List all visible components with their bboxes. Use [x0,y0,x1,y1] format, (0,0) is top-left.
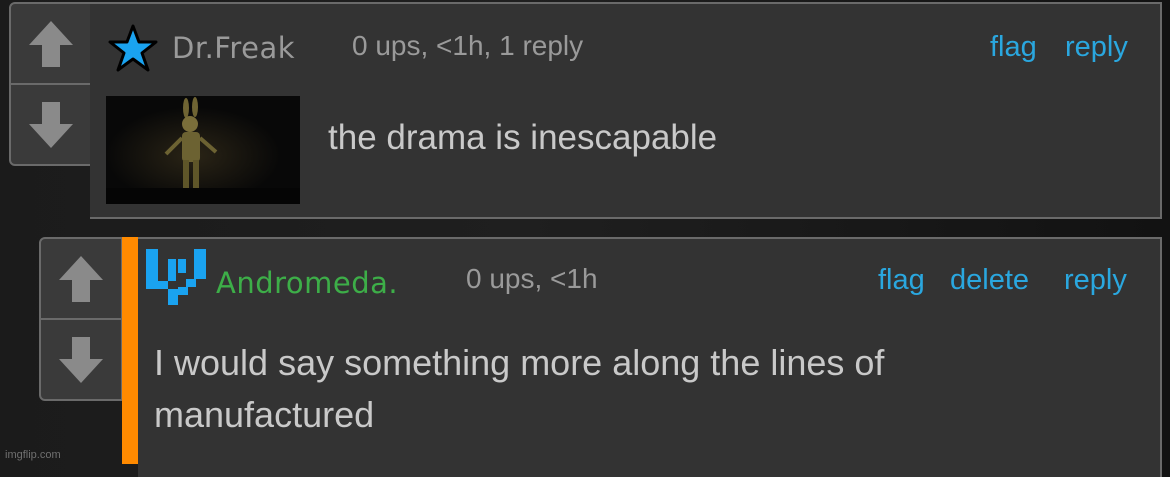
upvote-arrow-icon [29,20,73,67]
reply-link[interactable]: reply [1065,31,1128,64]
comment-text-line: I would say something more along the lin… [154,342,885,383]
username-dr-freak[interactable]: Dr.Freak [172,31,295,65]
vote-column-1 [9,2,93,166]
comment-text: the drama is inescapable [328,118,718,157]
blue-star-icon [108,24,158,72]
downvote-arrow-icon [59,336,103,383]
upvote-button[interactable] [41,239,121,318]
upvote-button[interactable] [11,4,91,83]
flag-link[interactable]: flag [878,264,925,297]
comment-text: I would say something more along the lin… [154,337,884,441]
reply-link[interactable]: reply [1064,264,1127,297]
downvote-button[interactable] [41,320,121,399]
comment-2: Andromeda. 0 ups, <1h flag delete reply … [138,237,1162,477]
imgflip-watermark: imgflip.com [5,449,61,461]
username-andromeda[interactable]: Andromeda. [216,266,398,300]
delete-link[interactable]: delete [950,264,1029,297]
comment-1: Dr.Freak 0 ups, <1h, 1 reply flag reply … [90,2,1162,219]
vote-column-2 [39,237,123,401]
downvote-button[interactable] [11,85,91,164]
animatronic-figure-image [106,96,300,204]
flag-link[interactable]: flag [990,31,1037,64]
reply-accent-bar [122,237,138,464]
blue-pixel-logo-icon [146,249,206,305]
upvote-arrow-icon [59,255,103,302]
comment-image[interactable] [106,96,300,204]
comment-meta: 0 ups, <1h [466,263,598,294]
downvote-arrow-icon [29,101,73,148]
comment-text-line: manufactured [154,394,375,435]
comment-meta: 0 ups, <1h, 1 reply [352,30,584,61]
